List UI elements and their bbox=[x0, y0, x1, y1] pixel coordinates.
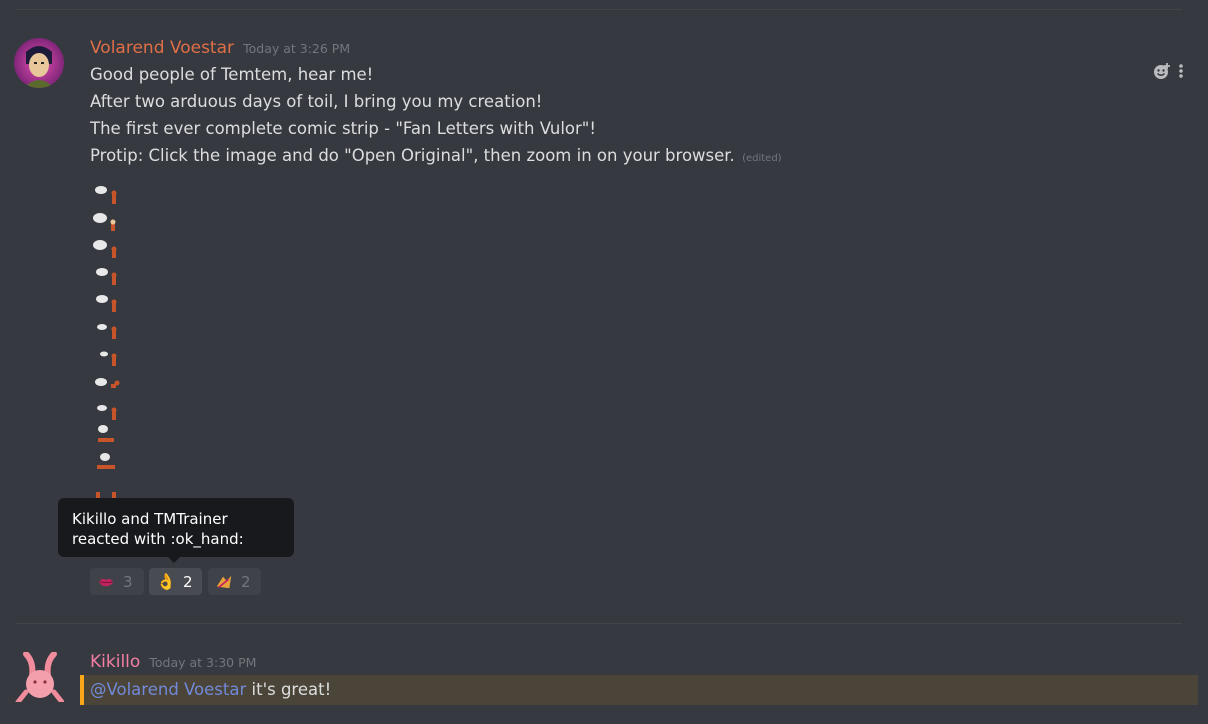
message-header: Kikillo Today at 3:30 PM bbox=[90, 652, 256, 672]
reaction-count: 2 bbox=[183, 572, 193, 591]
top-divider bbox=[16, 9, 1182, 10]
edited-label: (edited) bbox=[742, 153, 782, 164]
lips-emoji-icon bbox=[97, 573, 115, 591]
comic-panel bbox=[97, 324, 117, 339]
tooltip-line: Kikillo and TMTrainer bbox=[72, 510, 228, 528]
reaction-temtem[interactable]: 2 bbox=[208, 568, 261, 595]
reaction-count: 2 bbox=[241, 572, 251, 591]
comic-panel bbox=[96, 295, 117, 312]
comic-panel bbox=[97, 405, 117, 420]
comic-panel bbox=[93, 213, 116, 231]
comic-panel bbox=[98, 425, 114, 442]
tooltip-line: reacted with :ok_hand: bbox=[72, 530, 244, 548]
avatar[interactable] bbox=[14, 38, 64, 88]
comic-panel bbox=[97, 453, 115, 469]
reaction-count: 3 bbox=[123, 572, 133, 591]
reaction-lips[interactable]: 3 bbox=[90, 568, 144, 595]
message-divider bbox=[16, 623, 1182, 624]
message-header: Volarend Voestar Today at 3:26 PM bbox=[90, 38, 350, 58]
timestamp: Today at 3:26 PM bbox=[243, 41, 351, 56]
user-mention[interactable]: @Volarend Voestar bbox=[90, 680, 246, 699]
ok-hand-emoji-icon: 👌 bbox=[156, 572, 176, 591]
author-name[interactable]: Volarend Voestar bbox=[90, 38, 234, 58]
more-options-icon[interactable] bbox=[1178, 63, 1184, 83]
temtem-emoji-icon bbox=[215, 573, 233, 591]
message-text: it's great! bbox=[246, 680, 332, 699]
comic-panel bbox=[93, 240, 117, 258]
author-name[interactable]: Kikillo bbox=[90, 652, 140, 672]
message-actions bbox=[1152, 62, 1192, 84]
comic-panel bbox=[100, 351, 117, 366]
message-text-line: The first ever complete comic strip - "F… bbox=[90, 119, 597, 138]
message-text-line: @Volarend Voestar it's great! bbox=[90, 679, 331, 701]
comic-panel bbox=[95, 378, 120, 388]
avatar[interactable] bbox=[14, 652, 64, 702]
add-reaction-icon[interactable] bbox=[1152, 61, 1172, 85]
message-text-line: Good people of Temtem, hear me! bbox=[90, 65, 374, 84]
comic-panel bbox=[95, 186, 117, 204]
reaction-ok-hand[interactable]: 👌 2 bbox=[149, 568, 202, 595]
timestamp: Today at 3:30 PM bbox=[149, 655, 257, 670]
message-text-line: Protip: Click the image and do "Open Ori… bbox=[90, 145, 782, 170]
comic-panel bbox=[96, 268, 117, 285]
message-text: Protip: Click the image and do "Open Ori… bbox=[90, 146, 735, 165]
reaction-tooltip: Kikillo and TMTrainer reacted with :ok_h… bbox=[58, 498, 294, 563]
message-text-line: After two arduous days of toil, I bring … bbox=[90, 92, 543, 111]
